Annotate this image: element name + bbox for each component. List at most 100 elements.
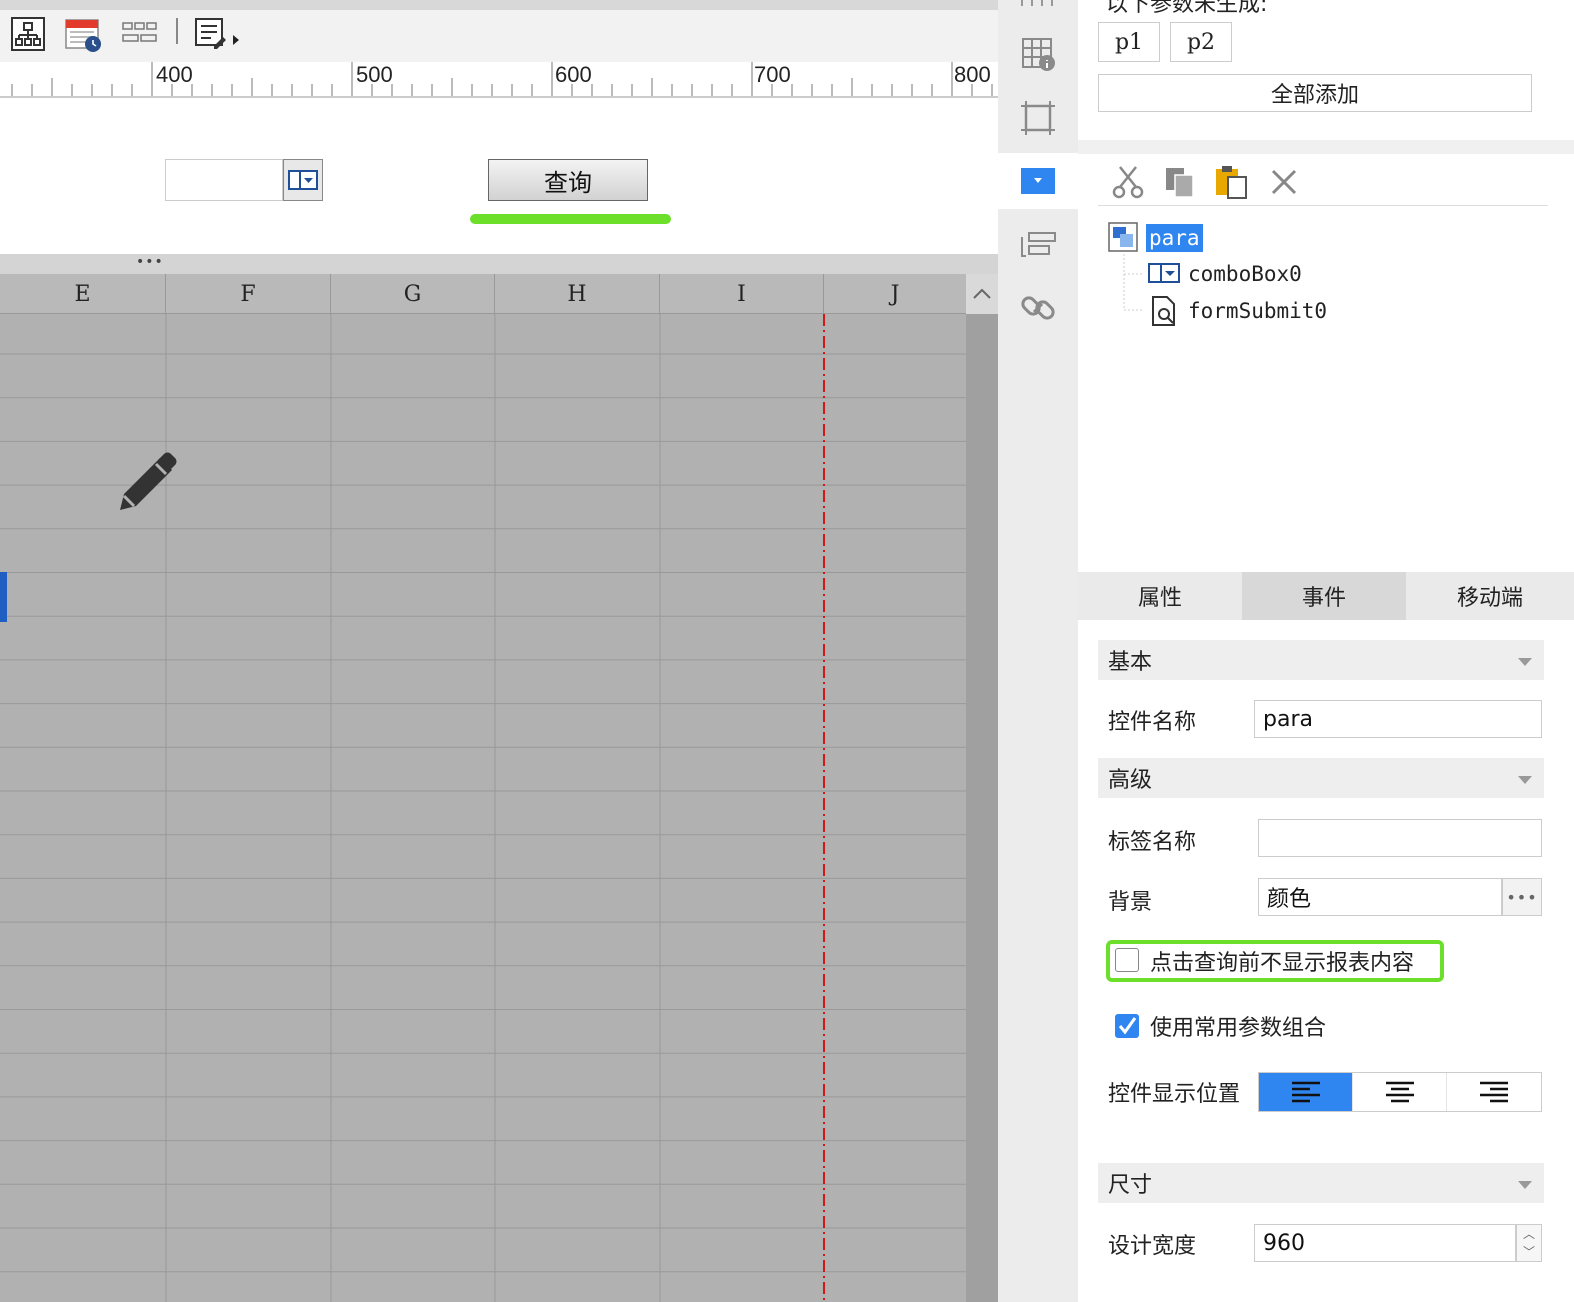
background-label: 背景 <box>1108 890 1153 915</box>
form-submit-icon <box>1152 296 1175 326</box>
tree-node-label: para <box>1146 224 1203 252</box>
column-header-row: E F G H I J <box>0 274 966 314</box>
designer-toolbar <box>0 10 998 62</box>
tab-mobile[interactable]: 移动端 <box>1406 572 1574 620</box>
calendar-icon[interactable] <box>64 14 104 54</box>
tree-node-para[interactable]: para <box>1108 222 1203 254</box>
section-size[interactable]: 尺寸 <box>1098 1163 1544 1203</box>
ruler-label: 500 <box>356 62 393 87</box>
tab-properties[interactable]: 属性 <box>1078 572 1242 620</box>
hide-before-query-checkbox[interactable] <box>1115 948 1139 972</box>
align-right-button[interactable] <box>1447 1073 1541 1111</box>
use-common-params-label: 使用常用参数组合 <box>1150 1016 1327 1041</box>
chevron-up-icon[interactable]: ︿ <box>1523 1228 1535 1240</box>
width-stepper[interactable]: ︿ ﹀ <box>1516 1224 1542 1262</box>
widget-name-input[interactable]: para <box>1254 700 1542 738</box>
table-info-icon <box>1022 38 1055 71</box>
combo-box-widget[interactable] <box>165 159 283 201</box>
combo-dropdown-icon <box>288 170 318 190</box>
highlight-underline <box>470 214 671 224</box>
section-divider <box>1078 140 1574 154</box>
design-width-label: 设计宽度 <box>1108 1234 1197 1259</box>
hide-before-query-label: 点击查询前不显示报表内容 <box>1150 951 1415 976</box>
chevron-down-icon[interactable]: ﹀ <box>1523 1246 1535 1258</box>
container-icon <box>1108 222 1138 252</box>
delete-button[interactable] <box>1264 162 1304 202</box>
use-common-params-checkbox[interactable] <box>1115 1014 1139 1038</box>
copy-button[interactable] <box>1160 162 1200 202</box>
column-header[interactable]: J <box>824 274 966 314</box>
layout-blocks-icon[interactable] <box>120 20 158 48</box>
column-header[interactable]: F <box>166 274 331 314</box>
property-tabs: 属性 事件 移动端 <box>1078 572 1574 620</box>
widget-name-label: 控件名称 <box>1108 710 1197 735</box>
layers-icon <box>1021 232 1056 257</box>
scissors-icon <box>1112 166 1144 199</box>
section-basic[interactable]: 基本 <box>1098 640 1544 680</box>
chevron-down-icon <box>1518 776 1532 784</box>
tag-name-input[interactable] <box>1258 819 1542 857</box>
more-options-button[interactable]: ••• <box>1502 878 1542 916</box>
tree-node-combobox[interactable]: comboBox0 <box>1148 262 1302 286</box>
paste-button[interactable] <box>1212 162 1252 202</box>
ruler-ticks <box>11 62 993 96</box>
iconbar-cell-info[interactable] <box>998 26 1078 82</box>
alignment-selector <box>1258 1072 1542 1112</box>
align-left-icon <box>1291 1081 1320 1103</box>
ruler-label: 400 <box>156 62 193 87</box>
align-center-icon <box>1385 1081 1414 1103</box>
add-all-button[interactable]: 全部添加 <box>1098 74 1532 112</box>
tab-events[interactable]: 事件 <box>1242 572 1406 620</box>
align-left-button[interactable] <box>1259 1073 1353 1111</box>
scroll-up-button[interactable] <box>966 274 998 314</box>
background-input[interactable]: 颜色 <box>1258 878 1502 916</box>
section-title: 尺寸 <box>1108 1173 1153 1198</box>
designer-panel: 400 500 600 700 800 查询 ••• E F G H I J <box>0 0 998 1302</box>
iconbar-widget-active[interactable] <box>998 153 1078 209</box>
tag-name-label: 标签名称 <box>1108 830 1197 855</box>
dropdown-widget-icon <box>1021 168 1055 194</box>
edit-form-icon[interactable] <box>192 16 244 52</box>
toolbar-divider <box>176 18 178 44</box>
chevron-down-icon <box>1518 658 1532 666</box>
horizontal-ruler: 400 500 600 700 800 <box>0 62 998 98</box>
row-selection-marker <box>0 572 7 622</box>
pencil-icon <box>120 452 177 510</box>
tree-node-formsubmit[interactable]: formSubmit0 <box>1150 295 1327 327</box>
cell-grid[interactable] <box>0 314 966 1302</box>
cut-button[interactable] <box>1108 162 1148 202</box>
iconbar-layers[interactable] <box>998 218 1078 274</box>
top-strip <box>0 0 998 10</box>
query-button[interactable]: 查询 <box>488 159 648 201</box>
combobox-icon <box>1148 263 1180 283</box>
ruler-label: 800 <box>954 62 991 87</box>
properties-panel: 以下参数未生成: p1 p2 全部添加 para comboBox0 formS… <box>1078 0 1574 1302</box>
design-width-input[interactable]: 960 <box>1254 1224 1516 1262</box>
column-header[interactable]: E <box>0 274 166 314</box>
param-button-p1[interactable]: p1 <box>1098 22 1160 62</box>
param-button-p2[interactable]: p2 <box>1170 22 1232 62</box>
section-title: 基本 <box>1108 650 1153 675</box>
tree-node-label: comboBox0 <box>1188 262 1302 286</box>
align-center-button[interactable] <box>1353 1073 1447 1111</box>
section-title: 高级 <box>1108 768 1153 793</box>
hierarchy-icon[interactable] <box>10 16 46 52</box>
chevron-down-icon <box>1518 1181 1532 1189</box>
iconbar-link[interactable] <box>998 280 1078 336</box>
splitter-handle-icon[interactable]: ••• <box>136 255 164 269</box>
column-header[interactable]: H <box>495 274 660 314</box>
close-icon <box>1271 169 1297 195</box>
ruler-label: 600 <box>555 62 592 87</box>
iconbar-frame[interactable] <box>998 90 1078 146</box>
column-header[interactable]: G <box>331 274 495 314</box>
checkmark-icon <box>1118 1017 1137 1035</box>
chevron-up-icon <box>973 288 991 299</box>
column-header[interactable]: I <box>660 274 824 314</box>
link-icon <box>1021 296 1055 320</box>
section-advanced[interactable]: 高级 <box>1098 758 1544 798</box>
vertical-scrollbar[interactable] <box>966 314 998 1302</box>
grid-partial-icon[interactable] <box>1020 0 1056 8</box>
tree-node-label: formSubmit0 <box>1188 299 1328 323</box>
copy-icon <box>1166 168 1194 198</box>
combo-dropdown-button[interactable] <box>283 159 323 201</box>
